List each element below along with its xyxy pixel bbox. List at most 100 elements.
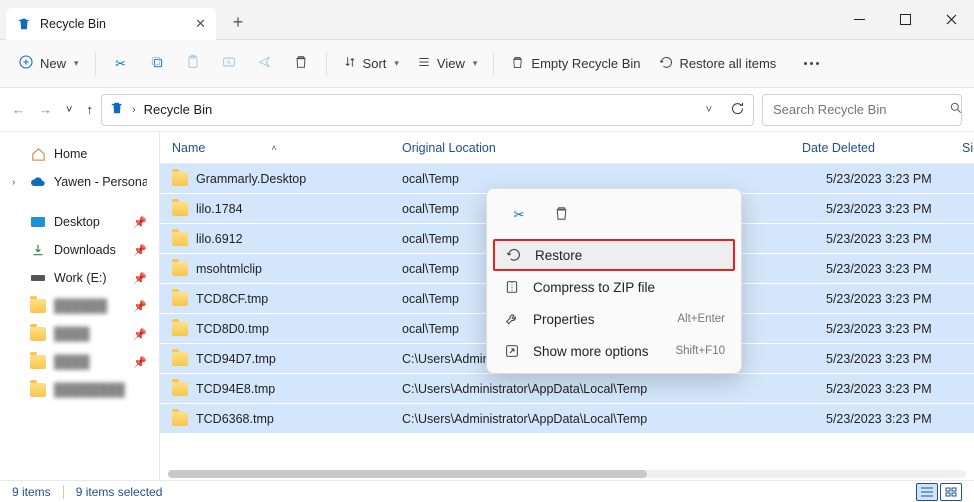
cut-button[interactable]: ✂ xyxy=(104,47,138,81)
folder-icon xyxy=(172,172,188,186)
sort-asc-icon: ˄ xyxy=(271,143,276,153)
chevron-right-icon: › xyxy=(132,104,136,116)
shortcut-label: Shift+F10 xyxy=(675,345,725,357)
column-size[interactable]: Si xyxy=(950,141,974,155)
restore-icon xyxy=(505,246,523,264)
file-date: 5/23/2023 3:23 PM xyxy=(814,382,974,396)
trash-icon xyxy=(293,54,309,73)
details-view-toggle[interactable] xyxy=(916,483,938,501)
empty-bin-button[interactable]: Empty Recycle Bin xyxy=(502,47,648,81)
new-button[interactable]: New ▾ xyxy=(10,47,87,81)
search-box[interactable] xyxy=(762,94,962,126)
chevron-right-icon[interactable]: › xyxy=(12,177,22,188)
file-name: lilo.1784 xyxy=(196,202,243,216)
file-name: TCD8D0.tmp xyxy=(196,322,269,336)
title-bar: Recycle Bin ✕ + xyxy=(0,0,974,40)
selection-count: 9 items selected xyxy=(76,485,163,499)
minimize-button[interactable] xyxy=(836,0,882,40)
delete-button[interactable] xyxy=(284,47,318,81)
maximize-button[interactable] xyxy=(882,0,928,40)
thumbnails-view-toggle[interactable] xyxy=(940,483,962,501)
restore-all-button[interactable]: Restore all items xyxy=(651,47,785,81)
copy-icon xyxy=(149,54,165,73)
folder-icon xyxy=(172,262,188,276)
sidebar-label: ████████ xyxy=(54,383,125,397)
sidebar-item-onedrive[interactable]: › Yawen - Persona xyxy=(4,168,155,196)
ctx-label: Properties xyxy=(533,312,665,327)
sidebar-item-folder[interactable]: ████████ xyxy=(4,376,155,404)
chevron-down-icon[interactable]: ˅ xyxy=(706,104,712,116)
sidebar-item-work-drive[interactable]: Work (E:) 📌 xyxy=(4,264,155,292)
file-name: TCD94E8.tmp xyxy=(196,382,275,396)
table-row[interactable]: TCD6368.tmpC:\Users\Administrator\AppDat… xyxy=(160,404,974,434)
drive-icon xyxy=(30,270,46,286)
sidebar-item-folder[interactable]: ██████📌 xyxy=(4,292,155,320)
share-button[interactable] xyxy=(248,47,282,81)
folder-icon xyxy=(172,292,188,306)
window-controls xyxy=(836,0,974,40)
back-button[interactable]: ← xyxy=(12,102,25,117)
tab-title: Recycle Bin xyxy=(40,17,187,31)
rename-button[interactable]: A xyxy=(212,47,246,81)
nav-arrows: ← → ˅ ↑ xyxy=(12,102,93,117)
rename-icon: A xyxy=(221,54,237,73)
column-location[interactable]: Original Location xyxy=(390,141,790,155)
refresh-button[interactable] xyxy=(730,101,745,119)
scroll-thumb[interactable] xyxy=(168,470,647,478)
address-bar[interactable]: › Recycle Bin ˅ xyxy=(101,94,754,126)
sidebar-item-home[interactable]: Home xyxy=(4,140,155,168)
nav-pane: Home › Yawen - Persona Desktop 📌 Downloa… xyxy=(0,132,160,480)
file-date: 5/23/2023 3:23 PM xyxy=(814,412,974,426)
file-name: TCD8CF.tmp xyxy=(196,292,268,306)
ctx-properties[interactable]: Properties Alt+Enter xyxy=(493,303,735,335)
column-headers: Name˄ Original Location Date Deleted Si xyxy=(160,132,974,164)
breadcrumb[interactable]: Recycle Bin xyxy=(144,102,698,117)
sidebar-label: ██████ xyxy=(54,299,107,313)
recent-button[interactable]: ˅ xyxy=(66,104,72,116)
sidebar-item-desktop[interactable]: Desktop 📌 xyxy=(4,208,155,236)
ctx-restore[interactable]: Restore xyxy=(493,239,735,271)
pin-icon: 📌 xyxy=(133,356,147,369)
column-name[interactable]: Name˄ xyxy=(160,141,390,155)
sidebar-label: Home xyxy=(54,147,87,161)
chevron-down-icon: ▾ xyxy=(394,58,399,69)
folder-icon xyxy=(30,383,46,397)
sidebar-label: ████ xyxy=(54,355,89,369)
window-tab[interactable]: Recycle Bin ✕ xyxy=(6,8,216,40)
close-tab-icon[interactable]: ✕ xyxy=(195,16,206,32)
list-icon xyxy=(417,55,431,72)
sidebar-item-folder[interactable]: ████📌 xyxy=(4,320,155,348)
ctx-label: Compress to ZIP file xyxy=(533,280,725,295)
file-name: TCD94D7.tmp xyxy=(196,352,276,366)
ctx-compress[interactable]: Compress to ZIP file xyxy=(493,271,735,303)
desktop-icon xyxy=(30,214,46,230)
paste-button[interactable] xyxy=(176,47,210,81)
scissors-icon: ✂ xyxy=(115,56,126,72)
context-menu: ✂ Restore Compress to ZIP file Propertie… xyxy=(486,188,742,374)
expand-icon xyxy=(503,342,521,360)
up-button[interactable]: ↑ xyxy=(86,102,93,117)
sidebar-item-folder[interactable]: ████ 📌 xyxy=(4,348,155,376)
pin-icon: 📌 xyxy=(133,244,147,257)
copy-button[interactable] xyxy=(140,47,174,81)
column-date[interactable]: Date Deleted xyxy=(790,141,950,155)
folder-icon xyxy=(172,202,188,216)
more-button[interactable] xyxy=(794,47,828,81)
sidebar-item-downloads[interactable]: Downloads 📌 xyxy=(4,236,155,264)
search-input[interactable] xyxy=(773,102,949,117)
file-name: Grammarly.Desktop xyxy=(196,172,306,186)
forward-button[interactable]: → xyxy=(39,102,52,117)
view-button[interactable]: View ▾ xyxy=(409,47,485,81)
h-scrollbar[interactable] xyxy=(168,470,966,478)
ctx-cut-button[interactable]: ✂ xyxy=(503,199,535,231)
new-tab-button[interactable]: + xyxy=(224,9,252,37)
recycle-bin-icon xyxy=(110,101,124,118)
ctx-more-options[interactable]: Show more options Shift+F10 xyxy=(493,335,735,367)
folder-icon xyxy=(172,352,188,366)
close-window-button[interactable] xyxy=(928,0,974,40)
ctx-delete-button[interactable] xyxy=(545,199,577,231)
file-name: lilo.6912 xyxy=(196,232,243,246)
table-row[interactable]: TCD94E8.tmpC:\Users\Administrator\AppDat… xyxy=(160,374,974,404)
file-date: 5/23/2023 3:23 PM xyxy=(814,352,974,366)
sort-button[interactable]: Sort ▾ xyxy=(335,47,407,81)
